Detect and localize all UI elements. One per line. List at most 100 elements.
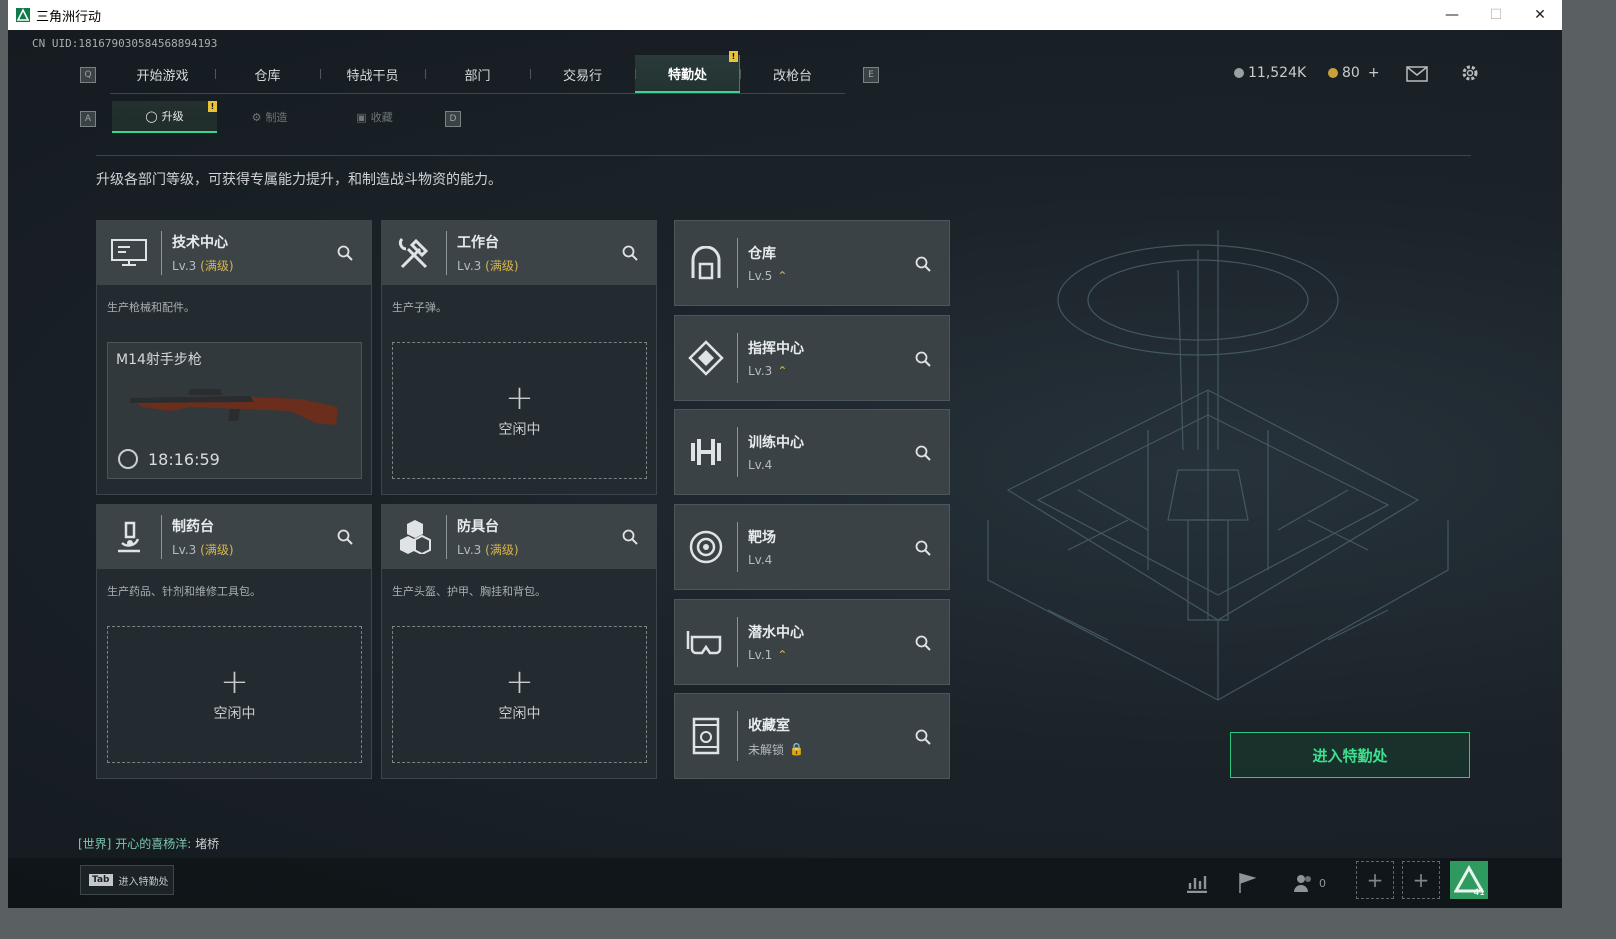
prev-sub-key-hint: A xyxy=(80,111,96,127)
search-icon[interactable] xyxy=(913,349,933,369)
facility-row-command-center[interactable]: 指挥中心 Lv.3 ⌃ xyxy=(674,315,950,401)
dumbbell-icon xyxy=(675,409,737,495)
diving-mask-icon xyxy=(675,599,737,685)
search-icon[interactable] xyxy=(913,727,933,747)
search-icon[interactable] xyxy=(620,527,640,547)
subtab-collection[interactable]: ▣ 收藏 xyxy=(322,101,427,133)
facility-row-warehouse[interactable]: 仓库 Lv.5 ⌃ xyxy=(674,220,950,306)
warehouse-icon xyxy=(675,220,737,306)
maximize-button[interactable]: ☐ xyxy=(1474,0,1518,30)
chat-user: 开心的喜杨洋: xyxy=(115,837,192,851)
search-icon[interactable] xyxy=(913,443,933,463)
divider xyxy=(96,155,1471,156)
facility-row-collection-room[interactable]: 收藏室 未解锁 🔒 xyxy=(674,693,950,779)
flag-icon[interactable] xyxy=(1234,870,1260,896)
plus-icon: + xyxy=(220,661,249,702)
facility-row-training-center[interactable]: 训练中心 Lv.4 xyxy=(674,409,950,495)
workshop-name: 工作台 xyxy=(457,235,499,251)
search-icon[interactable] xyxy=(913,254,933,274)
upgrade-icon: ◯ xyxy=(145,109,158,123)
search-icon[interactable] xyxy=(913,633,933,653)
tab-trading[interactable]: 交易行 xyxy=(530,55,635,93)
stats-icon[interactable] xyxy=(1184,870,1210,896)
gold-coin-icon xyxy=(1328,68,1338,78)
mail-icon[interactable] xyxy=(1406,66,1428,82)
player-level: 41 xyxy=(1473,888,1485,898)
tab-department[interactable]: 部门 xyxy=(425,55,530,93)
next-tab-key-hint: E xyxy=(863,67,879,83)
tab-enter-hint[interactable]: Tab 进入特勤处 xyxy=(80,865,174,895)
workshop-name: 防具台 xyxy=(457,519,499,535)
search-icon[interactable] xyxy=(620,243,640,263)
facility-row-shooting-range[interactable]: 靶场 Lv.4 xyxy=(674,504,950,590)
plus-icon: + xyxy=(505,661,534,702)
chat-message: [世界] 开心的喜杨洋: 堵桥 xyxy=(78,835,219,852)
slot-status: 空闲中 xyxy=(498,705,541,722)
player-level-badge[interactable]: 41 xyxy=(1450,861,1488,899)
workshop-card-workbench[interactable]: 工作台 Lv.3 (满级) 生产子弹。 + 空闲中 xyxy=(381,220,657,495)
subtab-upgrade[interactable]: ◯ 升级 ! xyxy=(112,101,217,133)
chat-channel: [世界] xyxy=(78,837,112,851)
empty-craft-slot[interactable]: + 空闲中 xyxy=(392,626,647,763)
subtab-craft[interactable]: ⚙ 制造 xyxy=(217,101,322,133)
collection-icon: ▣ xyxy=(356,110,367,124)
craft-icon: ⚙ xyxy=(251,110,262,124)
search-icon[interactable] xyxy=(335,527,355,547)
crafting-slot[interactable]: M14射手步枪 18:16:59 xyxy=(107,342,362,479)
clock-icon xyxy=(118,449,138,469)
gold-currency[interactable]: 80 + xyxy=(1328,65,1380,81)
uid-label: CN UID:1816790305845688941​93 xyxy=(32,37,218,50)
gear-icon[interactable] xyxy=(1460,63,1480,83)
add-slot-button[interactable]: + xyxy=(1356,861,1394,899)
notification-badge: ! xyxy=(729,51,738,62)
facility-row-diving-center[interactable]: 潜水中心 Lv.1 ⌃ xyxy=(674,599,950,685)
search-icon[interactable] xyxy=(913,538,933,558)
game-viewport: CN UID:1816790305845688941​93 Q 开始游戏 仓库 … xyxy=(8,30,1562,908)
workshop-card-tech-center[interactable]: 技术中心 Lv.3 (满级) 生产枪械和配件。 M14射手步枪 18:16:59 xyxy=(96,220,372,495)
cubes-icon xyxy=(382,505,446,569)
enter-special-ops-button[interactable]: 进入特勤处 xyxy=(1230,732,1470,778)
top-nav: 开始游戏 仓库 特战干员 部门 交易行 特勤处 ! 改枪台 xyxy=(110,51,845,94)
empty-craft-slot[interactable]: + 空闲中 xyxy=(107,626,362,763)
friends-count: 0 xyxy=(1319,876,1326,890)
upgrade-arrow-icon: ⌃ xyxy=(777,648,788,662)
tab-start-game[interactable]: 开始游戏 xyxy=(110,55,215,93)
app-logo-icon xyxy=(16,8,30,22)
notification-badge: ! xyxy=(208,101,217,112)
friends-icon xyxy=(1294,875,1311,892)
tab-gunsmith[interactable]: 改枪台 xyxy=(740,55,845,93)
tab-warehouse[interactable]: 仓库 xyxy=(215,55,320,93)
search-icon[interactable] xyxy=(335,243,355,263)
silver-coin-icon xyxy=(1234,68,1244,78)
microscope-icon xyxy=(97,505,161,569)
tab-operators[interactable]: 特战干员 xyxy=(320,55,425,93)
prev-tab-key-hint: Q xyxy=(80,67,96,83)
friends-button[interactable]: 0 xyxy=(1293,870,1337,896)
window-title: 三角洲行动 xyxy=(36,9,102,25)
display-case-icon xyxy=(675,693,737,779)
next-sub-key-hint: D xyxy=(445,111,461,127)
add-slot-button[interactable]: + xyxy=(1402,861,1440,899)
upgrade-arrow-icon: ⌃ xyxy=(777,269,788,283)
tab-key: Tab xyxy=(89,874,113,886)
tab-special-ops[interactable]: 特勤处 ! xyxy=(635,51,740,93)
empty-craft-slot[interactable]: + 空闲中 xyxy=(392,342,647,479)
crafting-item-name: M14射手步枪 xyxy=(116,352,202,368)
workshop-description: 生产枪械和配件。 xyxy=(107,301,195,314)
workshop-name: 技术中心 xyxy=(172,235,228,251)
rifle-image xyxy=(130,389,338,425)
page-description: 升级各部门等级，可获得专属能力提升，和制造战斗物资的能力。 xyxy=(96,172,502,188)
crafting-timer: 18:16:59 xyxy=(148,450,220,469)
window-titlebar: 三角洲行动 — ☐ ✕ xyxy=(8,0,1562,30)
workshop-card-pharmacy[interactable]: 制药台 Lv.3 (满级) 生产药品、针剂和维修工具包。 + 空闲中 xyxy=(96,504,372,779)
workshop-card-armor[interactable]: 防具台 Lv.3 (满级) 生产头盔、护甲、胸挂和背包。 + 空闲中 xyxy=(381,504,657,779)
workshop-description: 生产头盔、护甲、胸挂和背包。 xyxy=(392,585,546,598)
upgrade-arrow-icon: ⌃ xyxy=(777,364,788,378)
close-button[interactable]: ✕ xyxy=(1518,0,1562,30)
minimize-button[interactable]: — xyxy=(1430,0,1474,30)
add-gold-button[interactable]: + xyxy=(1368,65,1380,81)
workshop-description: 生产子弹。 xyxy=(392,301,447,314)
chat-text: 堵桥 xyxy=(195,837,220,851)
hammer-wrench-icon xyxy=(382,221,446,285)
sub-nav: ◯ 升级 ! ⚙ 制造 ▣ 收藏 xyxy=(112,101,427,133)
